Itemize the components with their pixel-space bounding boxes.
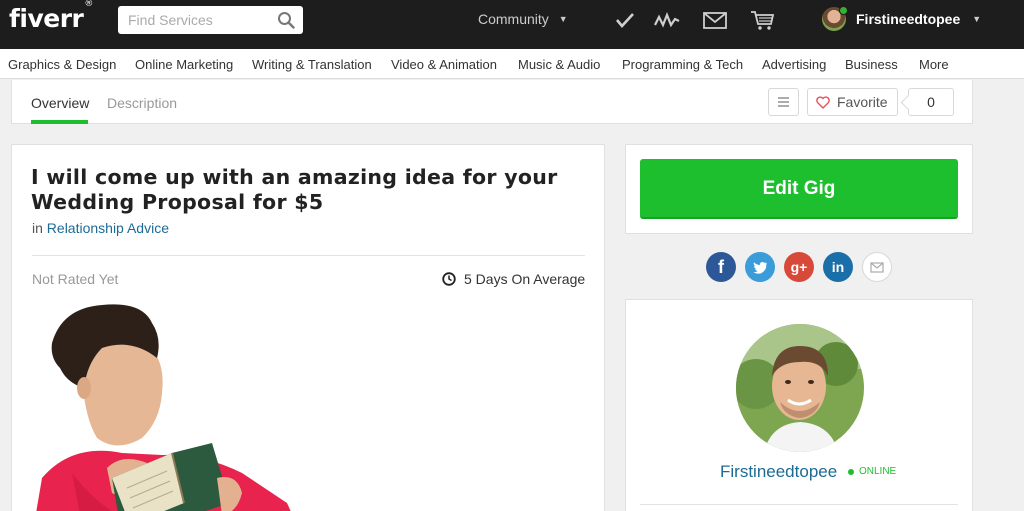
favorite-button[interactable]: Favorite xyxy=(807,88,898,116)
gig-tabs: Overview Description Favorite 0 xyxy=(11,80,973,124)
chevron-down-icon: ▼ xyxy=(972,14,982,24)
twitter-share-button[interactable] xyxy=(745,252,775,282)
delivery-time: 5 Days On Average xyxy=(442,271,585,287)
community-menu[interactable]: Community ▼ xyxy=(478,11,568,27)
category-programming-tech[interactable]: Programming & Tech xyxy=(622,57,743,72)
tab-description[interactable]: Description xyxy=(107,95,177,111)
category-more[interactable]: More xyxy=(919,57,949,72)
tab-overview[interactable]: Overview xyxy=(31,95,89,111)
search-input[interactable] xyxy=(118,6,268,34)
gig-main-panel: I will come up with an amazing idea for … xyxy=(11,144,605,511)
google-plus-share-button[interactable]: g+ xyxy=(784,252,814,282)
online-status: ONLINE xyxy=(848,466,896,477)
clock-icon xyxy=(442,272,456,286)
active-tab-indicator xyxy=(31,120,88,124)
category-advertising[interactable]: Advertising xyxy=(762,57,826,72)
online-dot xyxy=(839,6,848,15)
seller-profile-card: Firstineedtopee ONLINE xyxy=(625,299,973,511)
avatar xyxy=(822,6,848,31)
facebook-share-button[interactable]: f xyxy=(706,252,736,282)
rating-status: Not Rated Yet xyxy=(32,271,119,287)
more-options-button[interactable] xyxy=(768,88,799,116)
divider xyxy=(640,504,958,505)
gig-category-link[interactable]: Relationship Advice xyxy=(47,220,169,236)
top-navbar: fiverr® Community ▼ Firstineedtopee ▼ xyxy=(0,0,1024,49)
category-graphics-design[interactable]: Graphics & Design xyxy=(8,57,116,72)
category-business[interactable]: Business xyxy=(845,57,898,72)
category-online-marketing[interactable]: Online Marketing xyxy=(135,57,233,72)
cart-icon[interactable] xyxy=(750,9,776,31)
gig-category-line: in Relationship Advice xyxy=(32,220,169,236)
seller-photo[interactable] xyxy=(736,324,864,452)
twitter-icon xyxy=(753,262,767,274)
email-share-button[interactable] xyxy=(862,252,892,282)
heart-icon xyxy=(816,95,830,109)
in-label: in xyxy=(32,220,43,236)
user-menu[interactable]: Firstineedtopee ▼ xyxy=(822,6,982,31)
checkmark-icon[interactable] xyxy=(612,9,638,31)
divider xyxy=(32,255,585,256)
email-icon xyxy=(870,262,884,273)
inbox-icon[interactable] xyxy=(702,9,728,31)
online-label: ONLINE xyxy=(859,466,897,477)
menu-icon xyxy=(778,97,789,107)
delivery-label: 5 Days On Average xyxy=(464,271,586,287)
username: Firstineedtopee xyxy=(856,11,961,27)
search-box xyxy=(118,6,303,34)
community-label: Community xyxy=(478,11,549,27)
favorite-label: Favorite xyxy=(837,94,888,110)
edit-gig-box: Edit Gig xyxy=(625,144,973,234)
gig-image[interactable] xyxy=(12,303,605,511)
category-video-animation[interactable]: Video & Animation xyxy=(391,57,497,72)
favorite-count: 0 xyxy=(908,88,954,116)
activity-icon[interactable] xyxy=(654,9,680,31)
gig-title: I will come up with an amazing idea for … xyxy=(31,165,558,214)
category-writing-translation[interactable]: Writing & Translation xyxy=(252,57,372,72)
category-music-audio[interactable]: Music & Audio xyxy=(518,57,600,72)
edit-gig-button[interactable]: Edit Gig xyxy=(640,159,958,219)
linkedin-share-button[interactable]: in xyxy=(823,252,853,282)
seller-name-link[interactable]: Firstineedtopee xyxy=(720,462,837,482)
online-dot xyxy=(848,468,854,475)
chevron-down-icon: ▼ xyxy=(558,14,568,24)
search-icon[interactable] xyxy=(277,11,295,29)
fiverr-logo[interactable]: fiverr® xyxy=(9,0,93,33)
category-bar: Graphics & Design Online Marketing Writi… xyxy=(0,49,1024,79)
